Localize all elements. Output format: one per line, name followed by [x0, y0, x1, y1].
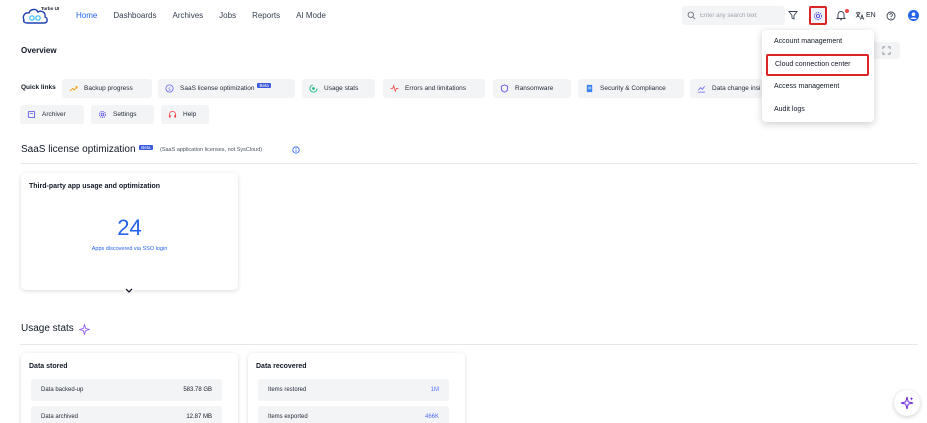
quick-link-help[interactable]: Help: [161, 105, 209, 124]
pulse-icon: [390, 84, 399, 93]
data-change-icon: [697, 86, 706, 93]
saas-section-title: SaaS license optimization Beta: [21, 144, 153, 155]
quick-link-settings[interactable]: Settings: [91, 105, 154, 124]
card-title: Data stored: [29, 363, 68, 370]
quick-link-errors[interactable]: Errors and limitations: [383, 79, 485, 98]
stat-label: Data backed-up: [41, 387, 84, 393]
quick-link-ransomware[interactable]: Ransomware: [493, 79, 571, 98]
sparkle-icon[interactable]: [79, 324, 90, 335]
data-recovered-card: Data recovered Items restored 1M Items e…: [248, 353, 465, 423]
saas-section-title-text: SaaS license optimization: [21, 144, 136, 155]
section-divider: [20, 163, 918, 164]
quick-link-label: Archiver: [42, 111, 66, 118]
nav-dashboards[interactable]: Dashboards: [113, 11, 156, 20]
stat-value: 12.87 MB: [186, 414, 212, 420]
expand-button[interactable]: [873, 42, 900, 59]
stat-label: Items restored: [268, 387, 307, 393]
quick-link-label: SaaS license optimization: [180, 85, 255, 92]
saas-section-subtitle: (SaaS application licenses, not SysCloud…: [160, 147, 263, 153]
document-icon: [586, 84, 593, 93]
logo-text: Turbo UI: [41, 6, 60, 11]
beta-badge: Beta: [139, 145, 153, 150]
search-icon: [687, 11, 696, 20]
shield-icon: [500, 84, 509, 93]
help-icon[interactable]: [886, 11, 896, 21]
language-label: EN: [866, 12, 876, 19]
quick-link-data-change[interactable]: Data change insi: [690, 79, 762, 98]
apps-count: 24: [117, 215, 142, 240]
data-stored-card: Data stored Data backed-up 583.78 GB Dat…: [21, 353, 238, 423]
filter-icon[interactable]: [788, 10, 798, 20]
headset-icon: [168, 111, 177, 118]
settings-gear-button[interactable]: [809, 6, 827, 25]
chevron-down-icon[interactable]: [119, 285, 139, 298]
usage-icon: [309, 84, 318, 93]
quick-link-label: Backup progress: [84, 85, 133, 92]
apps-caption: Apps discovered via SSO login: [91, 246, 168, 252]
stat-value: 1M: [430, 387, 439, 393]
search-input[interactable]: [700, 12, 780, 19]
quick-link-usage-stats[interactable]: Usage stats: [302, 79, 375, 98]
quick-link-archiver[interactable]: Archiver: [20, 105, 84, 124]
notification-dot: [845, 9, 849, 13]
stat-value: 583.78 GB: [183, 387, 212, 393]
third-party-app-card[interactable]: Third-party app usage and optimization 2…: [21, 173, 238, 290]
nav-home[interactable]: Home: [76, 11, 97, 20]
stat-value: 466K: [424, 414, 439, 420]
page-title: Overview: [21, 46, 57, 55]
nav-reports[interactable]: Reports: [252, 11, 280, 20]
nav-ai-mode[interactable]: AI Mode: [296, 11, 326, 20]
gear-icon: [98, 110, 107, 119]
top-navigation-bar: Turbo UI Home Dashboards Archives Jobs R…: [0, 0, 927, 34]
archive-icon: [27, 110, 36, 119]
quick-link-label: Security & Compliance: [600, 85, 666, 92]
quick-link-label: Settings: [113, 111, 137, 118]
stat-label: Items exported: [268, 414, 308, 420]
nav-archives[interactable]: Archives: [172, 11, 203, 20]
translate-icon: [855, 11, 864, 20]
stat-row-restored[interactable]: Items restored 1M: [258, 379, 449, 401]
quick-link-label: Help: [183, 111, 197, 118]
quick-link-label: Errors and limitations: [405, 85, 467, 92]
stat-row-archived[interactable]: Data archived 12.87 MB: [31, 406, 222, 423]
stat-row-backed-up[interactable]: Data backed-up 583.78 GB: [31, 379, 222, 401]
menu-item-audit-logs[interactable]: Audit logs: [774, 106, 805, 113]
stat-row-exported[interactable]: Items exported 466K: [258, 406, 449, 423]
settings-dropdown-menu: Account management Cloud connection cent…: [762, 30, 874, 122]
search-box[interactable]: [682, 6, 785, 25]
gear-icon: [814, 11, 822, 20]
beta-badge: Beta: [257, 83, 271, 88]
card-title: Third-party app usage and optimization: [29, 183, 161, 190]
section-divider: [20, 344, 918, 345]
trend-icon: [69, 86, 78, 92]
card-title: Data recovered: [256, 363, 307, 370]
expand-icon: [882, 46, 891, 55]
menu-item-cloud-connection-center[interactable]: Cloud connection center: [766, 54, 869, 76]
nav-jobs[interactable]: Jobs: [219, 11, 236, 20]
ai-assistant-button[interactable]: [894, 390, 920, 416]
svg-text:$: $: [168, 86, 171, 92]
quick-links-label: Quick links: [21, 84, 56, 91]
menu-item-account-management[interactable]: Account management: [774, 38, 842, 45]
language-selector[interactable]: EN: [855, 11, 876, 20]
quick-link-label: Usage stats: [324, 85, 359, 92]
quick-link-security-compliance[interactable]: Security & Compliance: [578, 79, 684, 98]
sparkle-icon: [900, 396, 914, 410]
info-icon[interactable]: [292, 146, 300, 154]
main-nav: Home Dashboards Archives Jobs Reports AI…: [76, 11, 342, 20]
quick-link-saas-license[interactable]: $ SaaS license optimization Beta: [158, 79, 295, 98]
menu-item-access-management[interactable]: Access management: [774, 83, 839, 90]
user-avatar-icon[interactable]: [908, 10, 919, 21]
usage-section-title: Usage stats: [21, 323, 74, 334]
quick-link-label: Data change insi: [712, 85, 761, 92]
license-icon: $: [165, 84, 174, 93]
stat-label: Data archived: [41, 414, 79, 420]
quick-link-backup-progress[interactable]: Backup progress: [62, 79, 152, 98]
quick-link-label: Ransomware: [515, 85, 554, 92]
